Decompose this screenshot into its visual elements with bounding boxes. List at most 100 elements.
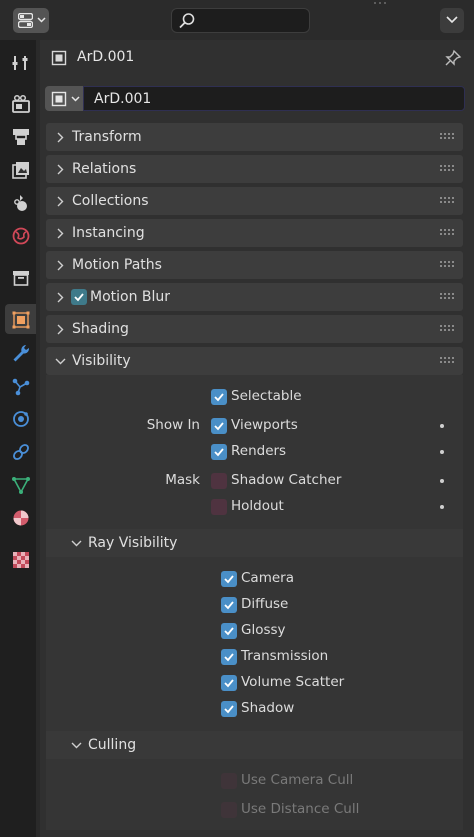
properties-tab-bar xyxy=(0,40,40,837)
chevron-right-icon xyxy=(57,196,64,207)
chevron-right-icon xyxy=(57,260,64,271)
pin-icon[interactable] xyxy=(444,49,462,67)
subpanel-label: Ray Visibility xyxy=(88,535,178,551)
tab-scene[interactable] xyxy=(5,187,35,217)
world-icon xyxy=(12,227,30,245)
panel-motion-blur[interactable]: Motion Blur xyxy=(46,283,463,311)
properties-editor-icon xyxy=(18,13,33,28)
checkmark-icon xyxy=(214,448,224,457)
output-icon xyxy=(13,129,29,145)
shadow-checkbox[interactable] xyxy=(221,701,237,717)
viewports-checkbox[interactable] xyxy=(211,418,227,434)
checkmark-icon xyxy=(224,575,234,584)
tab-modifiers[interactable] xyxy=(5,337,35,367)
drag-handle-icon[interactable] xyxy=(440,165,456,173)
drag-handle-icon[interactable] xyxy=(440,293,456,301)
glossy-label: Glossy xyxy=(241,622,286,638)
transmission-label: Transmission xyxy=(241,648,329,664)
tool-icon xyxy=(12,56,28,70)
tab-material[interactable] xyxy=(5,502,35,532)
texture-icon xyxy=(13,552,29,568)
tab-texture[interactable] xyxy=(5,544,35,574)
keyframe-dot-icon[interactable] xyxy=(440,424,444,428)
area-resize-handle[interactable] xyxy=(372,0,392,8)
object-icon xyxy=(51,50,67,66)
tab-object[interactable] xyxy=(5,304,40,334)
material-icon xyxy=(13,510,29,526)
drag-handle-icon[interactable] xyxy=(440,325,456,333)
tab-output[interactable] xyxy=(5,121,35,151)
tab-physics[interactable] xyxy=(5,403,35,433)
holdout-label: Holdout xyxy=(231,498,284,514)
keyframe-dot-icon[interactable] xyxy=(440,450,444,454)
object-browse-button[interactable] xyxy=(45,86,83,111)
panel-label: Transform xyxy=(72,129,142,145)
camera-checkbox[interactable] xyxy=(221,571,237,587)
motion-blur-checkbox[interactable] xyxy=(71,289,87,305)
use-distance-cull-label: Use Distance Cull xyxy=(241,801,360,817)
checkmark-icon xyxy=(214,393,224,402)
physics-icon xyxy=(13,411,29,427)
drag-handle-icon[interactable] xyxy=(440,133,456,141)
chevron-down-icon xyxy=(71,96,80,102)
keyframe-dot-icon[interactable] xyxy=(440,505,444,509)
panel-collections[interactable]: Collections xyxy=(46,187,463,215)
volume-scatter-checkbox[interactable] xyxy=(221,675,237,691)
keyframe-dot-icon[interactable] xyxy=(440,479,444,483)
checkmark-icon xyxy=(224,705,234,714)
options-dropdown-button[interactable] xyxy=(440,8,464,33)
mesh-data-icon xyxy=(12,477,30,494)
scene-icon xyxy=(14,195,27,211)
chevron-right-icon xyxy=(57,292,64,303)
panel-label: Relations xyxy=(72,161,137,177)
selectable-checkbox[interactable] xyxy=(211,389,227,405)
tab-tool[interactable] xyxy=(5,47,35,77)
tab-data[interactable] xyxy=(5,469,35,499)
diffuse-checkbox[interactable] xyxy=(221,597,237,613)
checkmark-icon xyxy=(224,601,234,610)
editor-type-button[interactable] xyxy=(13,8,49,33)
tab-particles[interactable] xyxy=(5,370,35,400)
drag-handle-icon[interactable] xyxy=(440,229,456,237)
panel-visibility[interactable]: Visibility xyxy=(46,347,463,375)
shadow-label: Shadow xyxy=(241,700,295,716)
camera-label: Camera xyxy=(241,570,294,586)
tab-constraints[interactable] xyxy=(5,436,35,466)
renders-checkbox[interactable] xyxy=(211,444,227,460)
panel-transform[interactable]: Transform xyxy=(46,123,463,151)
drag-handle-icon[interactable] xyxy=(440,261,456,269)
panel-motion-paths[interactable]: Motion Paths xyxy=(46,251,463,279)
view-layer-icon xyxy=(12,162,29,179)
search-icon xyxy=(179,13,195,29)
panel-label: Collections xyxy=(72,193,149,209)
tab-world[interactable] xyxy=(5,220,35,250)
subpanel-culling[interactable]: Culling xyxy=(46,731,463,759)
use-camera-cull-checkbox[interactable] xyxy=(221,773,237,789)
glossy-checkbox[interactable] xyxy=(221,623,237,639)
subpanel-ray-visibility[interactable]: Ray Visibility xyxy=(46,529,463,557)
chevron-down-icon xyxy=(71,742,82,749)
panel-instancing[interactable]: Instancing xyxy=(46,219,463,247)
panel-label: Instancing xyxy=(72,225,145,241)
panel-label: Shading xyxy=(72,321,129,337)
tab-view-layer[interactable] xyxy=(5,154,35,184)
tab-collection[interactable] xyxy=(5,262,35,292)
volume-scatter-label: Volume Scatter xyxy=(241,674,345,690)
search-input[interactable] xyxy=(171,8,310,33)
tab-render[interactable] xyxy=(5,88,35,118)
drag-handle-icon[interactable] xyxy=(440,197,456,205)
use-distance-cull-checkbox[interactable] xyxy=(221,802,237,818)
object-name-input[interactable]: ArD.001 xyxy=(83,86,465,111)
holdout-checkbox[interactable] xyxy=(211,499,227,515)
transmission-checkbox[interactable] xyxy=(221,649,237,665)
checkmark-icon xyxy=(224,679,234,688)
panel-relations[interactable]: Relations xyxy=(46,155,463,183)
context-object-name: ArD.001 xyxy=(77,49,135,65)
panel-shading[interactable]: Shading xyxy=(46,315,463,343)
checkmark-icon xyxy=(224,653,234,662)
use-camera-cull-label: Use Camera Cull xyxy=(241,772,354,788)
shadow-catcher-checkbox[interactable] xyxy=(211,473,227,489)
drag-handle-icon[interactable] xyxy=(440,357,456,365)
renders-label: Renders xyxy=(231,443,287,459)
context-breadcrumb: ArD.001 xyxy=(40,40,474,78)
